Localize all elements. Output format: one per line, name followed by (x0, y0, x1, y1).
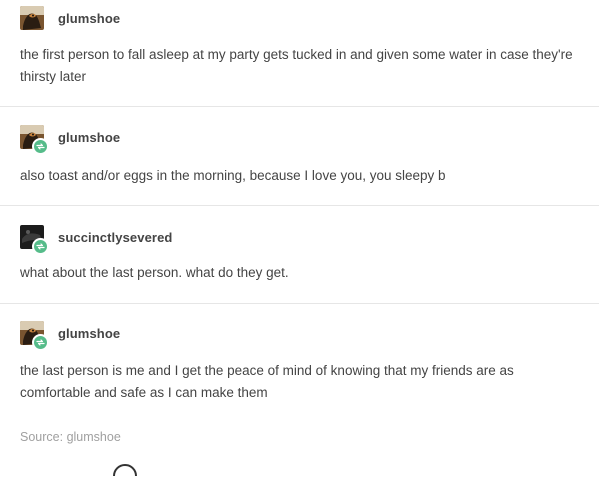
username[interactable]: glumshoe (58, 326, 120, 341)
avatar[interactable] (20, 6, 44, 30)
reblog-badge-icon (32, 138, 49, 155)
username[interactable]: glumshoe (58, 11, 120, 26)
username[interactable]: glumshoe (58, 130, 120, 145)
post-2-header: glumshoe (20, 125, 120, 155)
post-text: the last person is me and I get the peac… (20, 363, 514, 400)
post-text: the first person to fall asleep at my pa… (20, 47, 573, 84)
username[interactable]: succinctlysevered (58, 230, 172, 245)
post-1-header: glumshoe (20, 6, 120, 30)
post-3-header: succinctlysevered (20, 225, 172, 255)
divider (0, 205, 599, 206)
reblog-badge-icon (32, 238, 49, 255)
post-4-header: glumshoe (20, 321, 120, 351)
divider (0, 303, 599, 304)
avatar[interactable] (20, 321, 49, 351)
cutoff-circle-icon (113, 464, 137, 477)
avatar[interactable] (20, 125, 49, 155)
avatar[interactable] (20, 225, 49, 255)
source-link[interactable]: glumshoe (67, 430, 121, 444)
post-text: what about the last person. what do they… (20, 265, 289, 280)
dog-photo-avatar-icon (20, 6, 44, 30)
divider (0, 106, 599, 107)
source-line: Source: glumshoe (20, 430, 121, 444)
reblog-badge-icon (32, 334, 49, 351)
source-label: Source: (20, 430, 64, 444)
post-text: also toast and/or eggs in the morning, b… (20, 168, 446, 183)
